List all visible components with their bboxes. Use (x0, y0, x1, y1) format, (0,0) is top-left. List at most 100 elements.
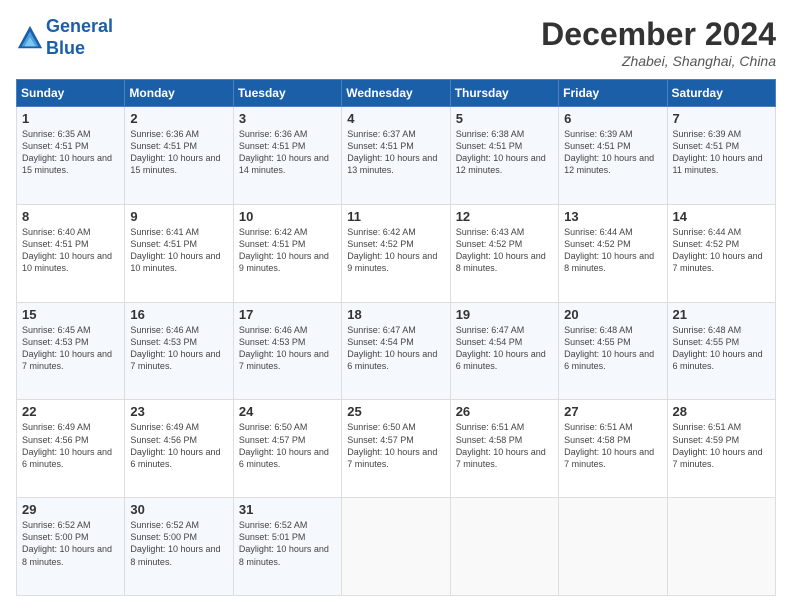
day-info: Sunrise: 6:50 AM Sunset: 4:57 PM Dayligh… (239, 421, 336, 470)
day-number: 10 (239, 209, 336, 224)
calendar-cell: 8 Sunrise: 6:40 AM Sunset: 4:51 PM Daylig… (17, 204, 125, 302)
calendar-cell (667, 498, 775, 596)
day-info: Sunrise: 6:36 AM Sunset: 4:51 PM Dayligh… (239, 128, 336, 177)
title-area: December 2024 Zhabei, Shanghai, China (541, 16, 776, 69)
day-info: Sunrise: 6:47 AM Sunset: 4:54 PM Dayligh… (456, 324, 553, 373)
day-info: Sunrise: 6:43 AM Sunset: 4:52 PM Dayligh… (456, 226, 553, 275)
day-info: Sunrise: 6:51 AM Sunset: 4:58 PM Dayligh… (564, 421, 661, 470)
calendar-cell: 3 Sunrise: 6:36 AM Sunset: 4:51 PM Daylig… (233, 107, 341, 205)
day-number: 29 (22, 502, 119, 517)
calendar-cell: 17 Sunrise: 6:46 AM Sunset: 4:53 PM Dayli… (233, 302, 341, 400)
day-info: Sunrise: 6:36 AM Sunset: 4:51 PM Dayligh… (130, 128, 227, 177)
calendar-cell: 28Sunrise: 6:51 AM Sunset: 4:59 PM Dayli… (667, 400, 775, 498)
month-title: December 2024 (541, 16, 776, 53)
calendar-cell: 29 Sunrise: 6:52 AM Sunset: 5:00 PM Dayli… (17, 498, 125, 596)
calendar-week-row-2: 8 Sunrise: 6:40 AM Sunset: 4:51 PM Daylig… (17, 204, 776, 302)
day-number: 15 (22, 307, 119, 322)
day-number: 25 (347, 404, 444, 419)
day-info: Sunrise: 6:52 AM Sunset: 5:01 PM Dayligh… (239, 519, 336, 568)
calendar-table: Sunday Monday Tuesday Wednesday Thursday… (16, 79, 776, 596)
day-number: 2 (130, 111, 227, 126)
day-number: 5 (456, 111, 553, 126)
day-number: 23 (130, 404, 227, 419)
day-number: 8 (22, 209, 119, 224)
day-number: 27 (564, 404, 661, 419)
day-info: Sunrise: 6:48 AM Sunset: 4:55 PM Dayligh… (564, 324, 661, 373)
calendar-cell: 20Sunrise: 6:48 AM Sunset: 4:55 PM Dayli… (559, 302, 667, 400)
day-info: Sunrise: 6:45 AM Sunset: 4:53 PM Dayligh… (22, 324, 119, 373)
day-info: Sunrise: 6:51 AM Sunset: 4:58 PM Dayligh… (456, 421, 553, 470)
calendar-cell: 1 Sunrise: 6:35 AM Sunset: 4:51 PM Daylig… (17, 107, 125, 205)
logo-text: General Blue (46, 16, 113, 59)
day-info: Sunrise: 6:47 AM Sunset: 4:54 PM Dayligh… (347, 324, 444, 373)
day-number: 13 (564, 209, 661, 224)
page: General Blue December 2024 Zhabei, Shang… (0, 0, 792, 612)
calendar-week-row-3: 15 Sunrise: 6:45 AM Sunset: 4:53 PM Dayli… (17, 302, 776, 400)
day-info: Sunrise: 6:42 AM Sunset: 4:51 PM Dayligh… (239, 226, 336, 275)
day-number: 18 (347, 307, 444, 322)
calendar-week-row-5: 29 Sunrise: 6:52 AM Sunset: 5:00 PM Dayli… (17, 498, 776, 596)
calendar-cell: 12 Sunrise: 6:43 AM Sunset: 4:52 PM Dayli… (450, 204, 558, 302)
calendar-cell: 30Sunrise: 6:52 AM Sunset: 5:00 PM Dayli… (125, 498, 233, 596)
day-number: 22 (22, 404, 119, 419)
day-info: Sunrise: 6:39 AM Sunset: 4:51 PM Dayligh… (564, 128, 661, 177)
day-info: Sunrise: 6:44 AM Sunset: 4:52 PM Dayligh… (564, 226, 661, 275)
day-number: 28 (673, 404, 770, 419)
day-info: Sunrise: 6:50 AM Sunset: 4:57 PM Dayligh… (347, 421, 444, 470)
calendar-cell (559, 498, 667, 596)
col-monday: Monday (125, 80, 233, 107)
day-number: 17 (239, 307, 336, 322)
calendar-cell: 7 Sunrise: 6:39 AM Sunset: 4:51 PM Daylig… (667, 107, 775, 205)
calendar-cell: 25 Sunrise: 6:50 AM Sunset: 4:57 PM Dayli… (342, 400, 450, 498)
calendar-week-row-1: 1 Sunrise: 6:35 AM Sunset: 4:51 PM Daylig… (17, 107, 776, 205)
col-saturday: Saturday (667, 80, 775, 107)
calendar-cell: 9Sunrise: 6:41 AM Sunset: 4:51 PM Daylig… (125, 204, 233, 302)
calendar-cell: 23Sunrise: 6:49 AM Sunset: 4:56 PM Dayli… (125, 400, 233, 498)
col-wednesday: Wednesday (342, 80, 450, 107)
day-info: Sunrise: 6:46 AM Sunset: 4:53 PM Dayligh… (130, 324, 227, 373)
day-info: Sunrise: 6:52 AM Sunset: 5:00 PM Dayligh… (22, 519, 119, 568)
day-number: 31 (239, 502, 336, 517)
day-number: 4 (347, 111, 444, 126)
day-info: Sunrise: 6:40 AM Sunset: 4:51 PM Dayligh… (22, 226, 119, 275)
calendar-header-row: Sunday Monday Tuesday Wednesday Thursday… (17, 80, 776, 107)
day-number: 14 (673, 209, 770, 224)
col-sunday: Sunday (17, 80, 125, 107)
day-number: 19 (456, 307, 553, 322)
col-friday: Friday (559, 80, 667, 107)
calendar-cell: 31 Sunrise: 6:52 AM Sunset: 5:01 PM Dayli… (233, 498, 341, 596)
calendar-cell: 27 Sunrise: 6:51 AM Sunset: 4:58 PM Dayli… (559, 400, 667, 498)
day-number: 6 (564, 111, 661, 126)
col-tuesday: Tuesday (233, 80, 341, 107)
day-number: 7 (673, 111, 770, 126)
col-thursday: Thursday (450, 80, 558, 107)
day-info: Sunrise: 6:35 AM Sunset: 4:51 PM Dayligh… (22, 128, 119, 177)
logo-general: General (46, 16, 113, 36)
calendar-cell: 26 Sunrise: 6:51 AM Sunset: 4:58 PM Dayli… (450, 400, 558, 498)
day-number: 1 (22, 111, 119, 126)
day-info: Sunrise: 6:48 AM Sunset: 4:55 PM Dayligh… (673, 324, 770, 373)
day-number: 16 (130, 307, 227, 322)
calendar-cell: 5 Sunrise: 6:38 AM Sunset: 4:51 PM Daylig… (450, 107, 558, 205)
day-info: Sunrise: 6:38 AM Sunset: 4:51 PM Dayligh… (456, 128, 553, 177)
calendar-cell: 16 Sunrise: 6:46 AM Sunset: 4:53 PM Dayli… (125, 302, 233, 400)
logo: General Blue (16, 16, 113, 59)
day-info: Sunrise: 6:46 AM Sunset: 4:53 PM Dayligh… (239, 324, 336, 373)
day-info: Sunrise: 6:42 AM Sunset: 4:52 PM Dayligh… (347, 226, 444, 275)
day-number: 3 (239, 111, 336, 126)
calendar-cell: 14Sunrise: 6:44 AM Sunset: 4:52 PM Dayli… (667, 204, 775, 302)
calendar-cell (450, 498, 558, 596)
calendar-cell: 18 Sunrise: 6:47 AM Sunset: 4:54 PM Dayli… (342, 302, 450, 400)
day-info: Sunrise: 6:37 AM Sunset: 4:51 PM Dayligh… (347, 128, 444, 177)
day-number: 12 (456, 209, 553, 224)
logo-icon (16, 24, 44, 52)
calendar-week-row-4: 22Sunrise: 6:49 AM Sunset: 4:56 PM Dayli… (17, 400, 776, 498)
day-number: 26 (456, 404, 553, 419)
calendar-cell: 11 Sunrise: 6:42 AM Sunset: 4:52 PM Dayli… (342, 204, 450, 302)
calendar-cell: 6 Sunrise: 6:39 AM Sunset: 4:51 PM Daylig… (559, 107, 667, 205)
calendar-cell: 10 Sunrise: 6:42 AM Sunset: 4:51 PM Dayli… (233, 204, 341, 302)
calendar-cell: 21Sunrise: 6:48 AM Sunset: 4:55 PM Dayli… (667, 302, 775, 400)
day-number: 11 (347, 209, 444, 224)
day-info: Sunrise: 6:39 AM Sunset: 4:51 PM Dayligh… (673, 128, 770, 177)
calendar-cell: 15 Sunrise: 6:45 AM Sunset: 4:53 PM Dayli… (17, 302, 125, 400)
